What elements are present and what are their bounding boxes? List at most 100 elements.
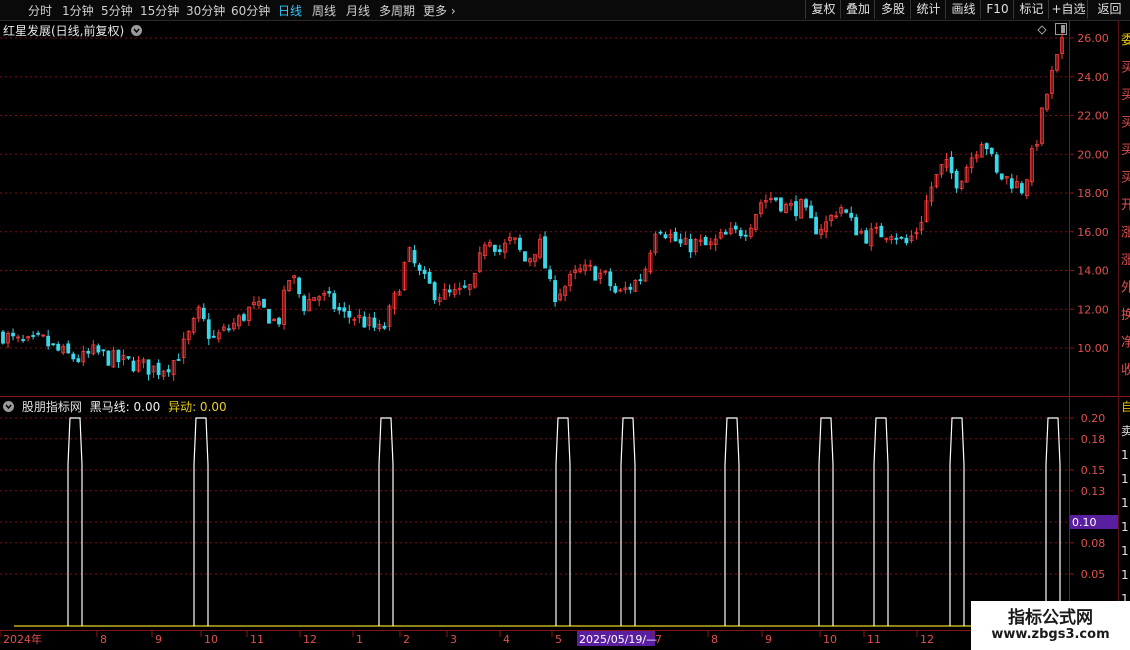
candle-body <box>703 236 708 246</box>
candle-body <box>638 279 643 282</box>
candle-body <box>106 350 111 366</box>
candle-body <box>849 212 854 218</box>
candle-body <box>733 225 738 230</box>
candle-body <box>954 170 959 189</box>
candle-body <box>628 286 633 290</box>
date-tick-label: 11 <box>250 633 264 646</box>
candle-body <box>492 244 497 252</box>
candle-body <box>206 319 211 339</box>
candle-body <box>342 307 347 312</box>
date-tick-label: 2 <box>403 633 410 646</box>
date-tick-label: 9 <box>765 633 772 646</box>
candle-body <box>553 280 557 303</box>
candle-body <box>1009 178 1014 189</box>
right-info-char: 开 <box>1121 198 1130 213</box>
chevron-down-icon[interactable] <box>3 401 14 412</box>
candle-body <box>226 328 231 331</box>
right-info-char: 1 <box>1121 520 1129 534</box>
indicator-title: 股朋指标网 黑马线: 0.00 异动: 0.00 <box>3 398 231 415</box>
candle-body <box>31 335 36 337</box>
price-tick-label: 24.00 <box>1077 71 1109 84</box>
date-tick-label: 10 <box>823 633 837 646</box>
price-tick-label: 10.00 <box>1077 342 1109 355</box>
candle-body <box>809 205 813 219</box>
candle-body <box>211 335 216 338</box>
right-info-char: 买 <box>1121 61 1130 76</box>
watermark-url: www.zbgs3.com <box>991 627 1110 642</box>
candle-body <box>497 249 502 253</box>
candle-body <box>864 230 869 244</box>
candle-body <box>126 356 131 359</box>
date-tick-label: 2024年 <box>3 632 42 646</box>
indicator-tick-label: 0.15 <box>1081 464 1106 477</box>
watermark-logo: 指标公式网 www.zbgs3.com <box>971 601 1130 650</box>
candle-body <box>66 343 71 354</box>
candle-body <box>96 345 101 353</box>
candle-body <box>362 316 367 328</box>
candle-body <box>894 237 899 240</box>
candle-body <box>543 236 547 269</box>
date-tick-label: 8 <box>711 633 718 646</box>
candle-body <box>116 349 121 363</box>
right-info-char: 买 <box>1121 88 1130 103</box>
price-tick-label: 22.00 <box>1077 110 1109 123</box>
candle-body <box>608 271 613 287</box>
candle-body <box>904 237 909 244</box>
candle-body <box>46 335 51 347</box>
date-tick-label: 12 <box>920 633 934 646</box>
right-info-char: 卖 <box>1121 424 1130 438</box>
signal-pulse <box>1045 417 1061 626</box>
right-info-char: 委 <box>1121 33 1130 48</box>
yidong-value: 异动: 0.00 <box>168 400 227 414</box>
right-info-char: 收 <box>1121 363 1130 378</box>
candle-body <box>774 197 778 201</box>
candle-body <box>814 216 818 235</box>
candle-body <box>984 143 989 150</box>
right-info-char: 1 <box>1121 496 1129 510</box>
candle-body <box>949 156 954 174</box>
cursor-value-text: 0.10 <box>1072 516 1097 529</box>
right-info-char: 涨 <box>1121 253 1130 268</box>
price-axis: 26.00 24.00 22.00 20.00 18.00 16.00 14.00 12.00… <box>1069 32 1109 355</box>
candle-body <box>743 234 748 237</box>
indicator-axis: 0.200.180.150.130.100.080.050.10 <box>1069 412 1118 581</box>
candle-body <box>267 309 271 324</box>
right-info-char: 涨 <box>1121 226 1130 241</box>
candle-body <box>518 237 522 250</box>
heima-value: 黑马线: 0.00 <box>89 400 161 414</box>
right-info-char: 1 <box>1121 568 1129 582</box>
candle-body <box>347 310 352 318</box>
indicator-name: 股朋指标网 <box>21 400 82 414</box>
candle-body <box>332 293 337 310</box>
candle-body <box>71 353 76 360</box>
candle-body <box>879 225 884 238</box>
indicator-tick-label: 0.13 <box>1081 485 1106 498</box>
candle-body <box>462 285 467 288</box>
indicator-tick-label: 0.05 <box>1081 568 1106 581</box>
candle-body <box>327 291 332 294</box>
price-tick-label: 18.00 <box>1077 187 1109 200</box>
date-tick-label: 10 <box>204 633 218 646</box>
candle-body <box>277 317 281 325</box>
candle-body <box>337 307 342 311</box>
candle-body <box>447 289 452 293</box>
date-tick-label: 11 <box>867 633 881 646</box>
candle-body <box>51 343 56 346</box>
watermark-title: 指标公式网 <box>1008 608 1093 628</box>
candle-body <box>156 362 161 375</box>
candle-body <box>548 269 552 280</box>
candle-body <box>201 307 206 320</box>
candle-body <box>101 349 106 352</box>
date-tick-label: 8 <box>100 633 107 646</box>
candle-body <box>176 359 181 361</box>
candle-body <box>417 264 422 271</box>
chart-area[interactable]: 26.00 24.00 22.00 20.00 18.00 16.00 14.00 12.00… <box>0 0 1130 650</box>
indicator-tick-label: 0.08 <box>1081 537 1106 550</box>
price-tick-label: 20.00 <box>1077 148 1109 161</box>
candle-body <box>899 236 904 239</box>
candle-body <box>804 199 808 208</box>
right-info-char: 买 <box>1121 143 1130 158</box>
candle-body <box>688 239 693 253</box>
date-tick-label: 1 <box>356 633 363 646</box>
price-tick-label: 16.00 <box>1077 226 1109 239</box>
